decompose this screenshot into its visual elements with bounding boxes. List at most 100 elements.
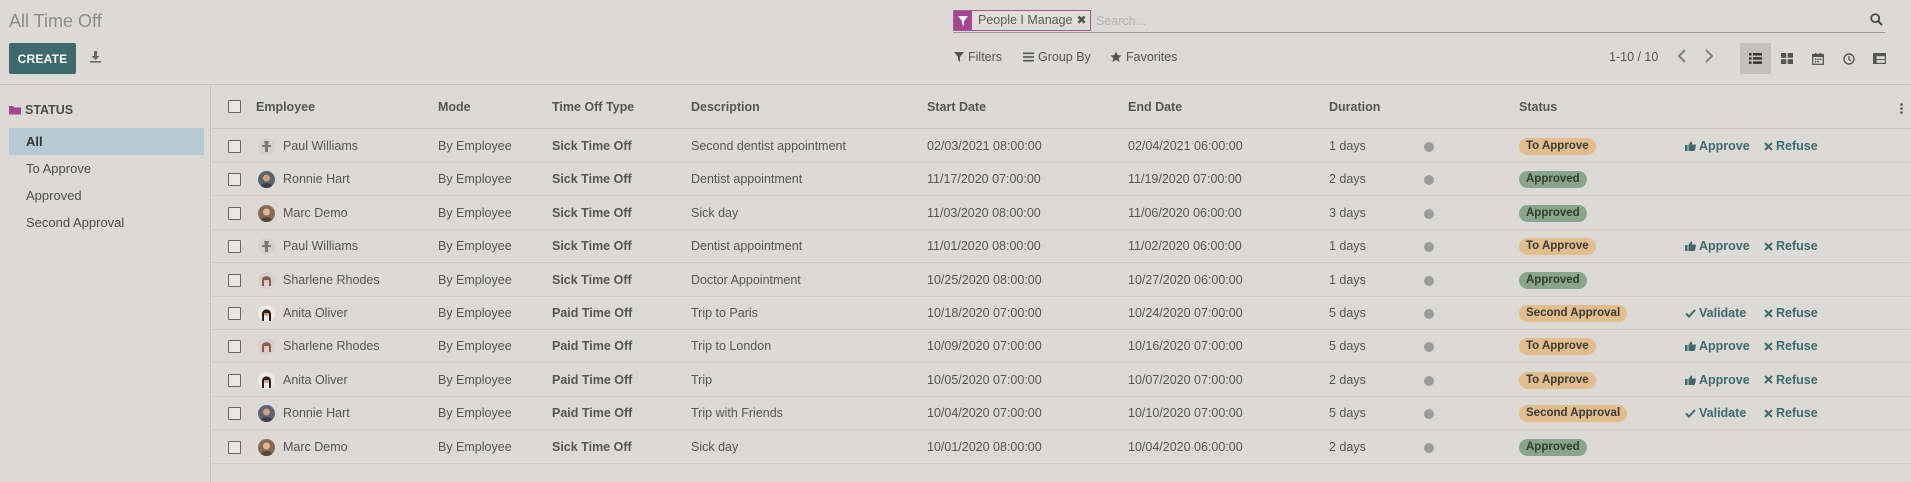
table-row[interactable]: Marc Demo By Employee Sick Time Off Sick da…	[212, 431, 1911, 464]
check-icon	[1685, 409, 1696, 418]
sidebar-heading: STATUS	[9, 103, 73, 117]
refuse-button[interactable]: Refuse	[1764, 406, 1818, 420]
table-row[interactable]: Paul Williams By Employee Sick Time Off Sec…	[212, 130, 1911, 163]
select-all-checkbox[interactable]	[228, 100, 241, 113]
times-icon	[1764, 408, 1773, 418]
table-row[interactable]: Paul Williams By Employee Sick Time Off Den…	[212, 230, 1911, 264]
row-checkbox[interactable]	[228, 373, 241, 387]
row-checkbox[interactable]	[228, 173, 241, 187]
column-status[interactable]: Status	[1519, 100, 1557, 114]
activity-view-icon[interactable]	[1833, 43, 1864, 74]
status-sidebar: STATUS All To Approve Approved Second Ap…	[0, 86, 211, 482]
validate-button[interactable]: Validate	[1685, 406, 1746, 420]
mode-cell: By Employee	[438, 306, 512, 320]
create-button[interactable]: CREATE	[9, 43, 76, 74]
row-checkbox[interactable]	[228, 340, 241, 354]
activity-status-dot[interactable]	[1424, 409, 1434, 420]
activity-status-dot[interactable]	[1424, 242, 1434, 253]
filter-icon	[954, 11, 972, 30]
activity-status-dot[interactable]	[1424, 342, 1434, 353]
refuse-button-label: Refuse	[1776, 239, 1818, 254]
start-date-cell: 11/03/2020 08:00:00	[927, 205, 1041, 220]
end-date-cell: 11/02/2020 06:00:00	[1128, 239, 1242, 254]
activity-status-dot[interactable]	[1424, 142, 1434, 152]
download-icon[interactable]	[89, 50, 103, 64]
employee-name: Marc Demo	[283, 205, 348, 220]
kanban-view-icon[interactable]	[1771, 43, 1802, 74]
avatar	[258, 405, 275, 423]
row-checkbox[interactable]	[228, 407, 241, 421]
row-checkbox[interactable]	[228, 440, 241, 454]
activity-status-dot[interactable]	[1424, 375, 1434, 386]
favorites-dropdown[interactable]: Favorites	[1110, 50, 1177, 64]
sidebar-item-approved[interactable]: Approved	[9, 182, 204, 209]
table-row[interactable]: Ronnie Hart By Employee Paid Time Off Trip …	[212, 397, 1911, 431]
column-employee[interactable]: Employee	[256, 100, 315, 114]
chevron-right-icon[interactable]	[1704, 49, 1718, 65]
description-cell: Doctor Appointment	[691, 272, 801, 287]
row-checkbox[interactable]	[228, 307, 241, 320]
column-mode[interactable]: Mode	[438, 100, 471, 114]
refuse-button[interactable]: Refuse	[1764, 339, 1818, 353]
activity-status-dot[interactable]	[1424, 309, 1434, 319]
table-row[interactable]: Ronnie Hart By Employee Sick Time Off Denti…	[212, 163, 1911, 197]
activity-status-dot[interactable]	[1424, 208, 1434, 219]
column-end-date[interactable]: End Date	[1128, 100, 1182, 114]
row-checkbox[interactable]	[228, 240, 241, 254]
group-by-dropdown[interactable]: Group By	[1023, 50, 1091, 64]
row-checkbox[interactable]	[228, 273, 241, 287]
pivot-view-icon[interactable]	[1864, 43, 1895, 74]
time-off-type-cell: Paid Time Off	[552, 306, 633, 320]
refuse-button[interactable]: Refuse	[1764, 373, 1818, 387]
activity-status-dot[interactable]	[1424, 275, 1434, 286]
mode-cell: By Employee	[438, 205, 512, 220]
column-start-date[interactable]: Start Date	[927, 100, 986, 114]
table-row[interactable]: Anita Oliver By Employee Paid Time Off Trip…	[212, 364, 1911, 397]
sidebar-item-second-approval[interactable]: Second Approval	[9, 209, 204, 236]
facet-remove-icon[interactable]: ✖	[1077, 11, 1090, 30]
description-cell: Trip to Paris	[691, 306, 758, 320]
avatar	[258, 371, 275, 389]
calendar-view-icon[interactable]	[1802, 43, 1833, 74]
search-input[interactable]	[1096, 11, 1856, 30]
favorites-label: Favorites	[1126, 50, 1178, 64]
sidebar-item-to-approve[interactable]: To Approve	[9, 155, 204, 182]
sidebar-item-all[interactable]: All	[9, 128, 204, 155]
activity-status-dot[interactable]	[1424, 442, 1434, 453]
table-row[interactable]: Sharlene Rhodes By Employee Paid Time Off T…	[212, 330, 1911, 364]
employee-name: Paul Williams	[283, 239, 359, 254]
table-row[interactable]: Anita Oliver By Employee Paid Time Off Trip…	[212, 297, 1911, 330]
approve-button[interactable]: Approve	[1685, 339, 1750, 353]
approve-button[interactable]: Approve	[1685, 239, 1750, 253]
employee-name: Ronnie Hart	[283, 172, 350, 187]
activity-status-dot[interactable]	[1424, 175, 1434, 186]
column-options-icon[interactable]	[1900, 102, 1903, 117]
filters-dropdown[interactable]: Filters	[954, 50, 1002, 64]
time-off-type-cell: Sick Time Off	[552, 239, 632, 254]
row-checkbox[interactable]	[228, 140, 241, 153]
pager-value[interactable]: 1-10 / 10	[1609, 50, 1658, 64]
column-description[interactable]: Description	[691, 100, 760, 114]
list-view-icon[interactable]	[1740, 43, 1771, 74]
column-time-off-type[interactable]: Time Off Type	[552, 100, 634, 114]
search-icon[interactable]	[1870, 13, 1883, 29]
validate-button[interactable]: Validate	[1685, 306, 1746, 320]
table-row[interactable]: Sharlene Rhodes By Employee Sick Time Off D…	[212, 264, 1911, 297]
refuse-button[interactable]: Refuse	[1764, 139, 1818, 153]
row-checkbox[interactable]	[228, 206, 241, 220]
start-date-cell: 10/25/2020 08:00:00	[927, 272, 1042, 287]
time-off-type-cell: Paid Time Off	[552, 372, 633, 387]
refuse-button-label: Refuse	[1776, 139, 1818, 153]
end-date-cell: 02/04/2021 06:00:00	[1128, 139, 1243, 153]
status-badge: Approved	[1519, 171, 1587, 189]
approve-button[interactable]: Approve	[1685, 373, 1750, 387]
refuse-button[interactable]: Refuse	[1764, 306, 1818, 320]
times-icon	[1764, 375, 1773, 385]
table-row[interactable]: Marc Demo By Employee Sick Time Off Sick da…	[212, 197, 1911, 230]
times-icon	[1764, 241, 1773, 251]
column-duration[interactable]: Duration	[1329, 100, 1380, 114]
refuse-button[interactable]: Refuse	[1764, 239, 1818, 253]
approve-button[interactable]: Approve	[1685, 139, 1750, 153]
refuse-button-label: Refuse	[1776, 406, 1818, 421]
chevron-left-icon[interactable]	[1677, 49, 1691, 65]
